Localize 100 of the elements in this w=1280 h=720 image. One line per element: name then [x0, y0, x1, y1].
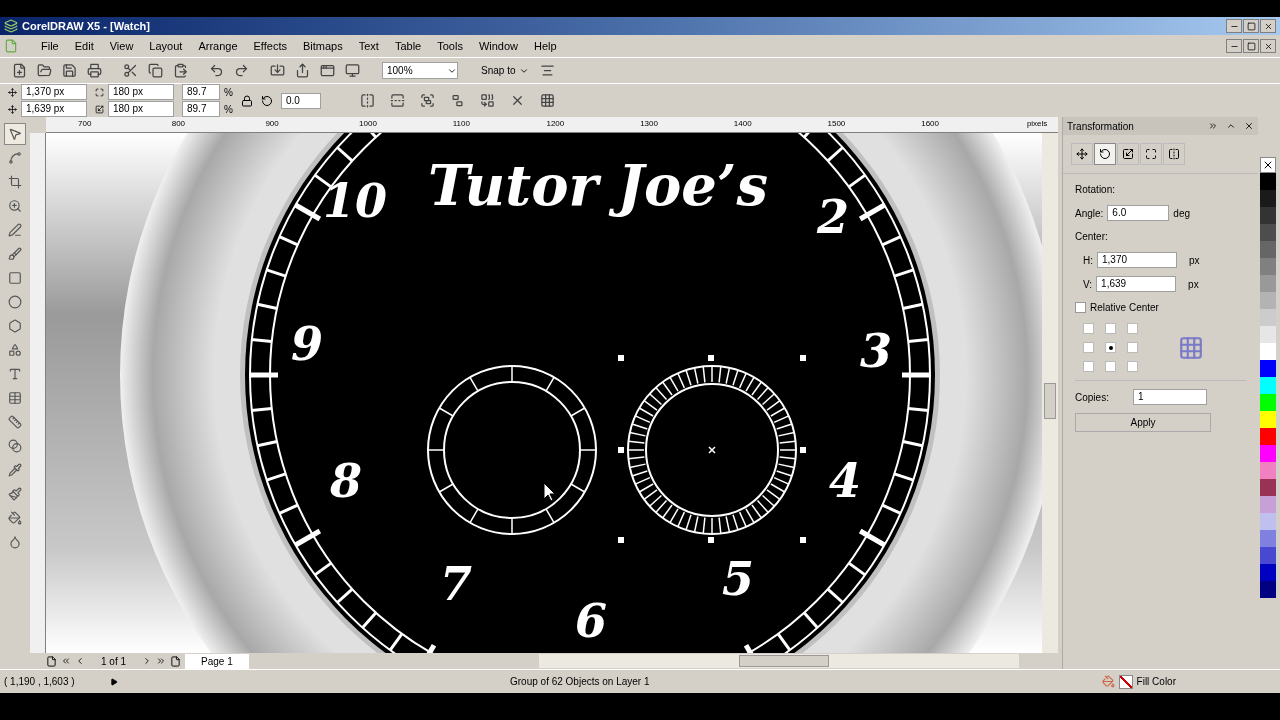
transform-tab[interactable]: [1140, 143, 1162, 165]
pick-tool-icon[interactable]: [4, 123, 26, 145]
anchor-checkbox[interactable]: [1127, 361, 1138, 372]
color-swatch[interactable]: [1260, 190, 1276, 207]
menu-item[interactable]: Help: [527, 37, 564, 55]
color-swatch[interactable]: [1260, 445, 1276, 462]
color-swatch[interactable]: [1260, 309, 1276, 326]
menu-item[interactable]: Text: [351, 37, 386, 55]
close-button[interactable]: [1260, 19, 1276, 33]
menu-item[interactable]: Edit: [67, 37, 101, 55]
apply-button[interactable]: Apply: [1075, 413, 1211, 432]
color-swatch[interactable]: [1260, 292, 1276, 309]
menu-item[interactable]: Effects: [246, 37, 294, 55]
menu-item[interactable]: Bitmaps: [295, 37, 350, 55]
restore-button[interactable]: [1243, 39, 1259, 53]
snap-to-dropdown[interactable]: Snap to: [477, 63, 534, 78]
color-swatch[interactable]: [1260, 428, 1276, 445]
hour-number: 7: [440, 557, 472, 611]
angle-field[interactable]: 6.0: [1107, 205, 1170, 221]
selection-info: Group of 62 Objects on Layer 1: [510, 675, 650, 689]
menu-item[interactable]: View: [102, 37, 141, 55]
width-field[interactable]: 180 px: [108, 84, 174, 100]
fill-label: Fill Color: [1136, 675, 1176, 689]
menu-item[interactable]: Layout: [142, 37, 190, 55]
page-tab[interactable]: Page 1: [185, 653, 249, 669]
menu-item[interactable]: Window: [471, 37, 525, 55]
menu-item[interactable]: Tools: [430, 37, 470, 55]
last-page-icon[interactable]: [156, 656, 167, 666]
color-swatch[interactable]: [1260, 173, 1276, 190]
minimize-button[interactable]: [1226, 39, 1242, 53]
arrow-icon[interactable]: [110, 677, 118, 686]
menu-item[interactable]: Table: [387, 37, 429, 55]
color-swatch[interactable]: [1260, 360, 1276, 377]
lock-ratio-icon[interactable]: [240, 94, 253, 107]
color-swatch[interactable]: [1260, 513, 1276, 530]
add-page-icon[interactable]: [170, 655, 182, 667]
color-swatch[interactable]: [1260, 343, 1276, 360]
anchor-checkbox[interactable]: [1083, 361, 1094, 372]
h-center-field[interactable]: 1,370: [1097, 252, 1177, 268]
collapse-icon[interactable]: [1226, 121, 1236, 131]
ruler-label: 1100: [452, 118, 471, 130]
section-label: Rotation:: [1075, 183, 1117, 197]
previous-page-icon[interactable]: [75, 656, 85, 666]
color-swatch[interactable]: [1260, 275, 1276, 292]
hour-number: 5: [722, 552, 754, 606]
color-swatch[interactable]: [1260, 530, 1276, 547]
color-swatch[interactable]: [1260, 496, 1276, 513]
horizontal-scrollbar[interactable]: [538, 654, 1019, 668]
color-swatch[interactable]: [1260, 241, 1276, 258]
expand-icon[interactable]: [1208, 121, 1218, 131]
color-swatch[interactable]: [1260, 258, 1276, 275]
close-button[interactable]: [1260, 39, 1276, 53]
minimize-button[interactable]: [1226, 19, 1242, 33]
x-position-field[interactable]: 1,370 px: [21, 84, 87, 100]
color-swatch[interactable]: [1260, 394, 1276, 411]
vertical-scrollbar[interactable]: [1042, 133, 1058, 653]
copies-field[interactable]: 1: [1132, 389, 1207, 405]
first-page-icon[interactable]: [61, 656, 71, 666]
no-color-swatch[interactable]: [1260, 157, 1276, 173]
anchor-checkbox[interactable]: [1105, 323, 1116, 334]
restore-button[interactable]: [1243, 19, 1259, 33]
color-swatch[interactable]: [1260, 564, 1276, 581]
unit-label: deg: [1173, 206, 1191, 221]
ruler-label: 1400: [733, 118, 753, 130]
anchor-checkbox[interactable]: [1127, 323, 1138, 334]
selection-handles[interactable]: [618, 355, 806, 543]
close-icon[interactable]: [1244, 121, 1254, 131]
v-center-field[interactable]: 1,639: [1096, 276, 1177, 292]
anchor-checkbox[interactable]: [1105, 361, 1116, 372]
rotation-angle-field[interactable]: 0.0: [280, 92, 321, 109]
transform-tab[interactable]: [1094, 143, 1116, 165]
zoom-dropdown[interactable]: 100%: [382, 62, 458, 79]
scale-x-field[interactable]: 89.7: [182, 84, 220, 100]
unit-label: px: [1189, 253, 1200, 268]
anchor-checkbox[interactable]: [1083, 323, 1094, 334]
height-field[interactable]: 180 px: [108, 101, 174, 117]
y-position-field[interactable]: 1,639 px: [21, 101, 87, 117]
color-swatch[interactable]: [1260, 462, 1276, 479]
color-swatch[interactable]: [1260, 224, 1276, 241]
close-icon: [1263, 21, 1273, 31]
width-icon: [95, 87, 104, 97]
relative-center-checkbox[interactable]: [1075, 302, 1086, 313]
add-page-icon[interactable]: [46, 655, 57, 667]
color-swatch[interactable]: [1260, 581, 1276, 598]
color-swatch[interactable]: [1260, 411, 1276, 428]
color-swatch[interactable]: [1260, 547, 1276, 564]
menu-item[interactable]: Arrange: [191, 37, 245, 55]
color-swatch[interactable]: [1260, 377, 1276, 394]
scale-y-field[interactable]: 89.7: [182, 101, 220, 117]
transform-tab[interactable]: [1071, 143, 1093, 165]
hour-number: 3: [860, 324, 892, 378]
color-swatch[interactable]: [1260, 207, 1276, 224]
anchor-checkbox[interactable]: [1083, 342, 1094, 353]
anchor-checkbox[interactable]: [1105, 342, 1116, 353]
transform-tab[interactable]: [1163, 143, 1185, 165]
anchor-checkbox[interactable]: [1127, 342, 1138, 353]
color-swatch[interactable]: [1260, 326, 1276, 343]
menu-item[interactable]: File: [34, 37, 66, 55]
transform-tab[interactable]: [1117, 143, 1139, 165]
color-swatch[interactable]: [1260, 479, 1276, 496]
